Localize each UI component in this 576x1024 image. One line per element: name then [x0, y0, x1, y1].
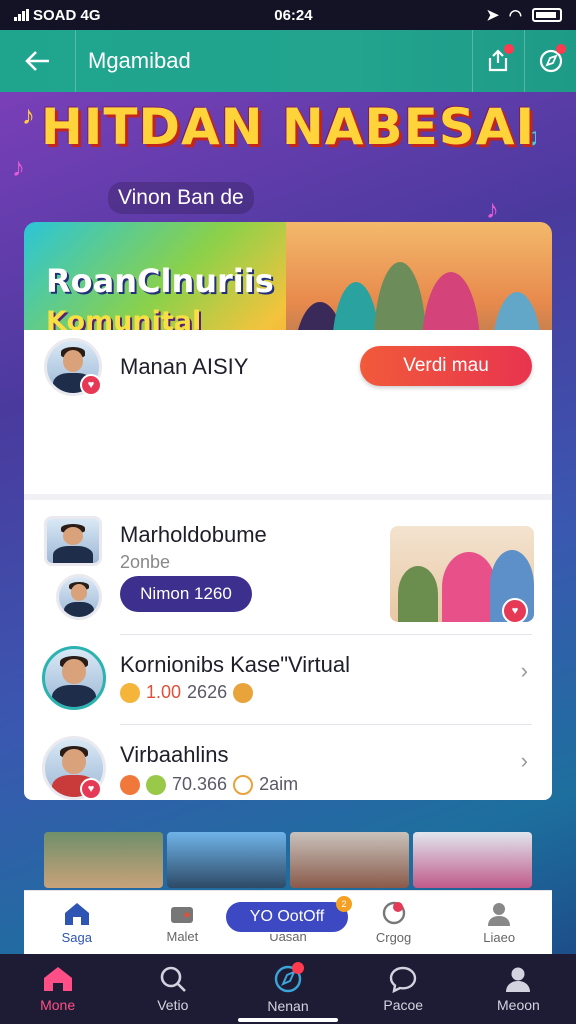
list-item[interactable]: Kornionibs Kase"Virtual 1.00 2626 ›: [24, 638, 552, 730]
nav-home[interactable]: Mone: [0, 954, 115, 1024]
hero-subtitle: Vinon Ban de: [108, 182, 254, 214]
music-note-icon: ♪: [486, 194, 499, 224]
nav-label: Vetio: [157, 997, 189, 1013]
lion-icon: [233, 682, 254, 703]
nav-label: Nenan: [267, 998, 309, 1014]
signal-icon: [14, 9, 29, 21]
item-stats: 1.00 2626: [120, 682, 254, 703]
list-item[interactable]: Marholdobume 2onbe Nimon 1260 ♥: [24, 506, 552, 636]
floating-pill-badge: 2: [336, 896, 352, 912]
page-title: Mgamibad: [88, 48, 191, 73]
stat-value: 70.366: [172, 774, 228, 794]
divider: [120, 634, 532, 635]
share-button[interactable]: [472, 30, 524, 92]
photo-strip: [44, 832, 532, 888]
banner-headline: RoanClnuriis: [46, 262, 274, 300]
status-bar: SOAD 4G 06:24 ➤ ◠: [0, 0, 576, 30]
photo-thumb[interactable]: [413, 832, 532, 888]
featured-name: Manan AISIY: [120, 354, 249, 379]
tab-crgog[interactable]: Crgog: [341, 891, 447, 954]
music-note-icon: ♪: [12, 152, 25, 182]
nav-explore[interactable]: Nenan: [230, 954, 345, 1024]
search-icon: [160, 966, 186, 992]
hero-title: HITDAN NABESAI: [40, 98, 536, 156]
avatar: [56, 574, 102, 620]
photo-thumb[interactable]: [167, 832, 286, 888]
tab-saga[interactable]: Saga: [24, 891, 130, 954]
carrier-label: SOAD 4G: [33, 6, 101, 24]
profile-icon: [506, 967, 531, 992]
nav-chat[interactable]: Pacoe: [346, 954, 461, 1024]
nav-search[interactable]: Vetio: [115, 954, 230, 1024]
profile-icon: [488, 902, 511, 926]
compass-button[interactable]: [524, 30, 576, 92]
nav-label: Pacoe: [383, 997, 424, 1013]
avatar: [42, 646, 106, 710]
wifi-icon: ◠: [508, 7, 522, 24]
nav-label: Mone: [40, 997, 76, 1013]
chat-icon: [390, 966, 417, 993]
grin-icon: [120, 774, 140, 795]
tab-malet[interactable]: Malet: [130, 891, 236, 954]
list-item[interactable]: ♥ Virbaahlins 70.366 2aim ›: [24, 728, 552, 820]
arrow-left-icon: [24, 51, 49, 71]
item-subtitle: 2onbe: [120, 552, 171, 572]
notification-dot: [504, 44, 514, 54]
featured-row: ♥ Manan AISIY Verdi mau: [24, 330, 552, 402]
floating-action-pill[interactable]: YO OotOff 2: [224, 896, 352, 934]
person-figure: [442, 552, 496, 622]
heart-icon: ♥: [80, 778, 102, 800]
tab-label: Saga: [61, 929, 92, 945]
tab-label: Liaeo: [483, 929, 516, 945]
chevron-right-icon: ›: [520, 748, 528, 773]
status-left: SOAD 4G: [14, 7, 101, 24]
wallet-icon: [171, 906, 194, 923]
content-card: ♥ Manan AISIY Verdi mau Marholdobume 2on…: [24, 330, 552, 888]
home-icon: [43, 967, 72, 991]
stat-extra: 2626: [187, 682, 228, 702]
heart-icon: ♥: [80, 374, 102, 396]
floating-pill-label: YO OotOff: [249, 908, 325, 925]
tab-liaeo[interactable]: Liaeo: [446, 891, 552, 954]
nav-profile[interactable]: Meoon: [461, 954, 576, 1024]
item-title: Virbaahlins: [120, 742, 229, 767]
item-title: Marholdobume: [120, 522, 267, 547]
home-icon: [64, 902, 89, 925]
count-pill[interactable]: Nimon 1260: [120, 576, 252, 612]
tab-label: Crgog: [375, 929, 412, 945]
clock: 06:24: [274, 6, 313, 24]
photo-thumb[interactable]: [44, 832, 163, 888]
timer-icon: [233, 774, 254, 795]
stat-extra: 2aim: [259, 774, 299, 794]
home-indicator: [238, 1018, 338, 1022]
person-figure: [398, 566, 438, 622]
smile-icon: [146, 774, 166, 795]
tab-label: Malet: [166, 928, 199, 944]
bottom-nav: Mone Vetio Nenan Pacoe Meoon: [0, 954, 576, 1024]
chat-icon: [382, 901, 405, 924]
app-header: Mgamibad: [0, 30, 576, 92]
item-stats: 70.366 2aim: [120, 774, 298, 795]
chevron-right-icon: ›: [520, 658, 528, 683]
photo-thumb[interactable]: [290, 832, 409, 888]
divider: [120, 724, 532, 725]
back-button[interactable]: [0, 30, 76, 92]
battery-icon: [532, 8, 562, 22]
smile-icon: [120, 682, 140, 703]
item-title: Kornionibs Kase"Virtual: [120, 652, 350, 677]
stat-value: 1.00: [146, 682, 182, 702]
nav-label: Meoon: [497, 997, 540, 1013]
location-icon: ➤: [486, 7, 499, 24]
avatar: [44, 516, 102, 566]
heart-icon: ♥: [502, 598, 528, 624]
status-right: ➤ ◠: [486, 6, 562, 24]
section-divider: [24, 494, 552, 500]
verify-button[interactable]: Verdi mau: [360, 346, 532, 386]
notification-dot: [556, 44, 566, 54]
